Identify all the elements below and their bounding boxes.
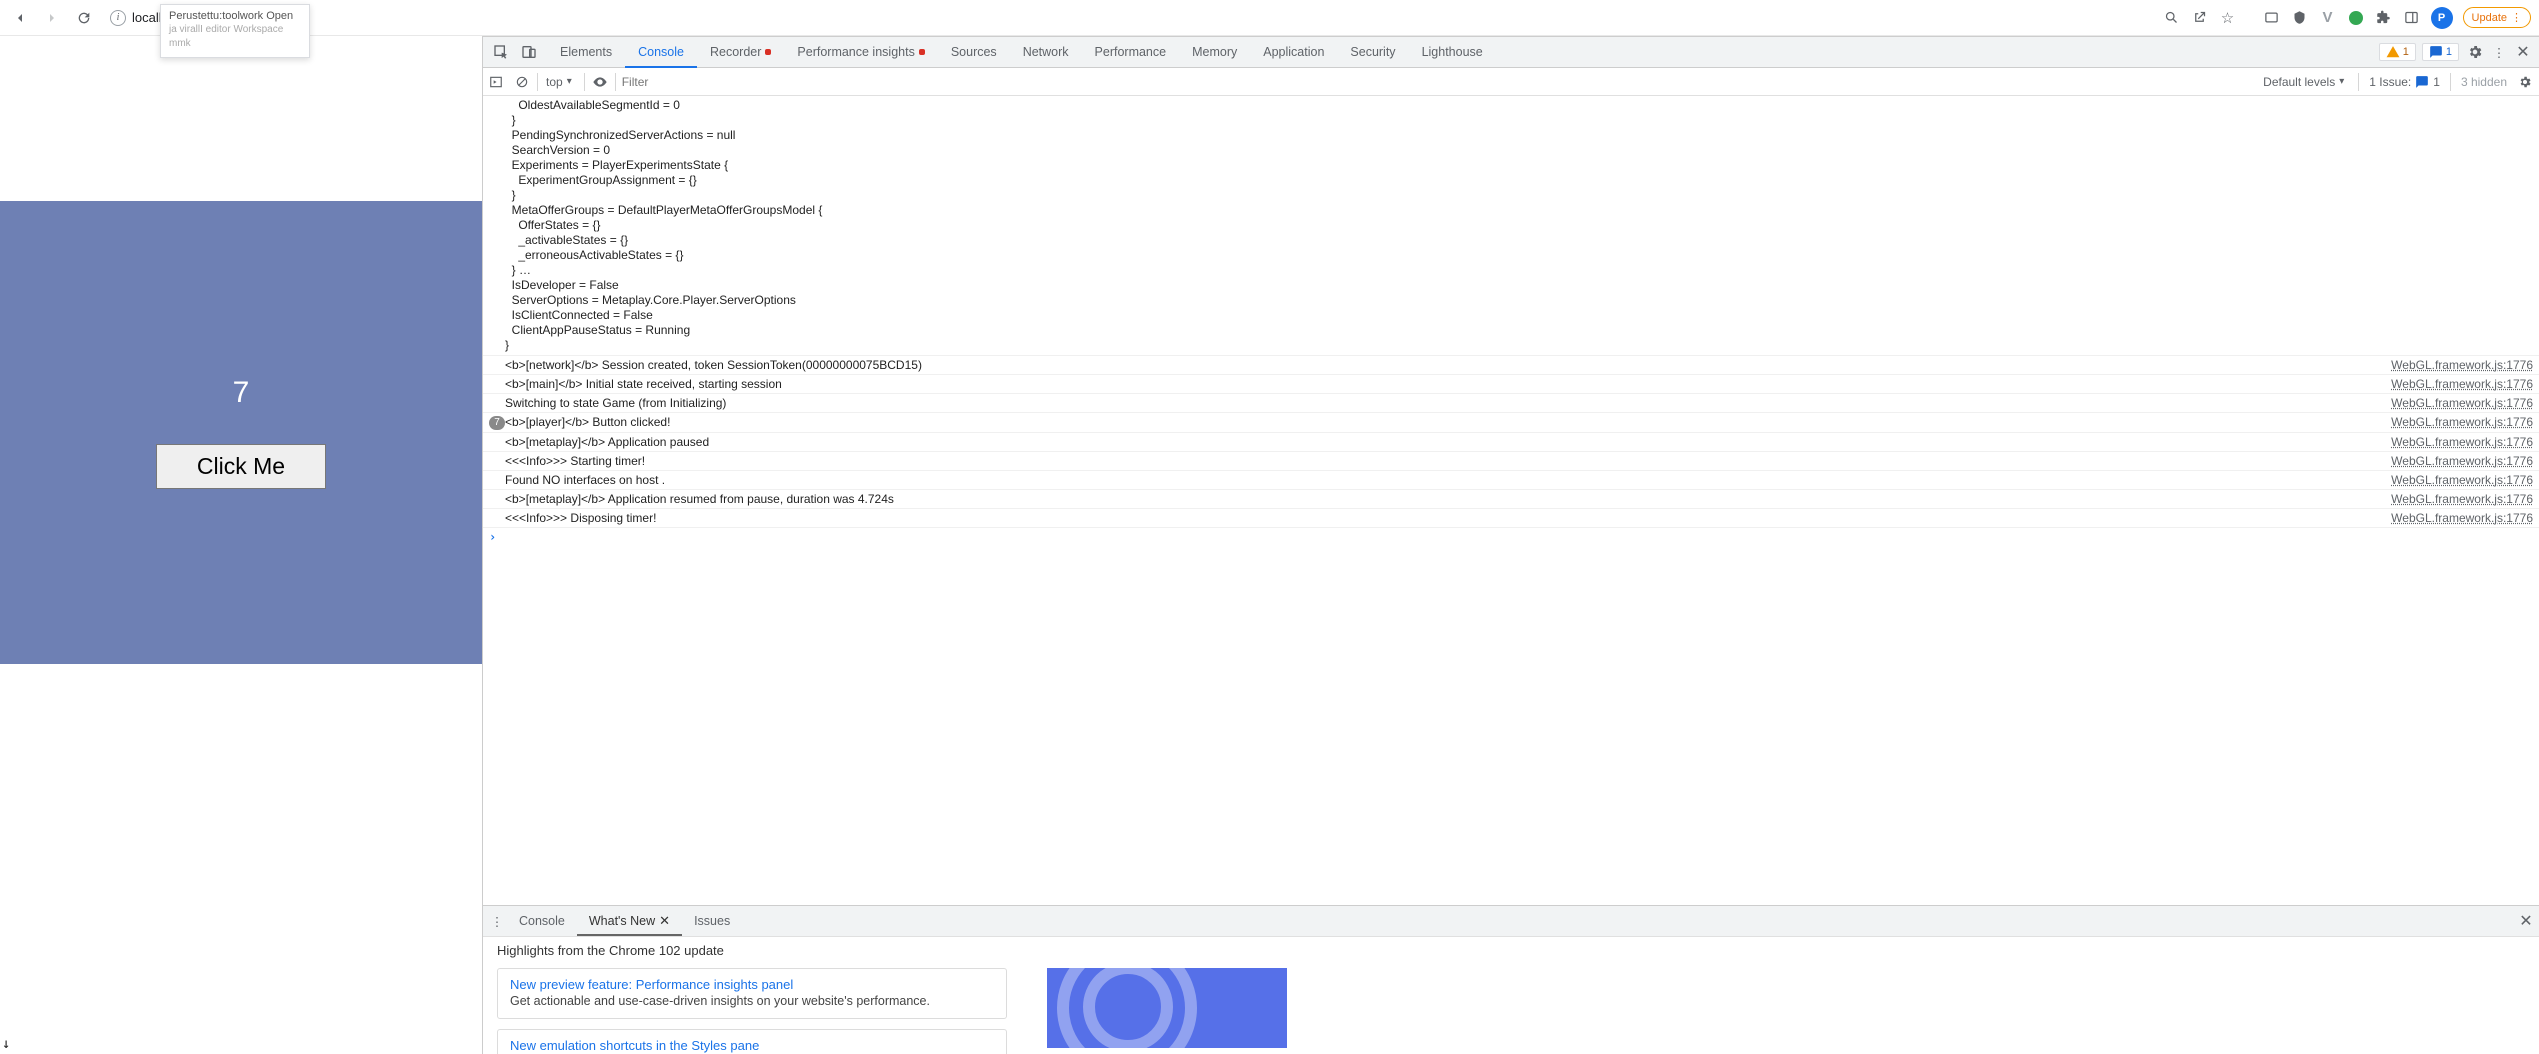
console-log-row[interactable]: <b>[metaplay]</b> Application resumed fr… (483, 490, 2539, 509)
log-source-link[interactable]: WebGL.framework.js:1776 (2383, 396, 2533, 410)
devtools-tab-sources[interactable]: Sources (938, 37, 1010, 67)
console-sidebar-toggle-icon[interactable] (483, 69, 509, 95)
drawer-more-icon[interactable]: ⋮ (487, 914, 507, 929)
console-output: OldestAvailableSegmentId = 0 } PendingSy… (483, 96, 2539, 905)
preview-badge-icon (765, 49, 771, 55)
log-source-link[interactable]: WebGL.framework.js:1776 (2383, 415, 2533, 429)
ext-icon-green[interactable] (2347, 9, 2365, 27)
devtools-tabstrip: ElementsConsoleRecorderPerformance insig… (483, 36, 2539, 68)
inspect-element-icon[interactable] (489, 40, 513, 64)
devtools-tab-network[interactable]: Network (1010, 37, 1082, 67)
update-button[interactable]: Update (2463, 7, 2531, 28)
whats-new-card-desc: Get actionable and use-case-driven insig… (510, 994, 994, 1008)
click-me-button[interactable]: Click Me (156, 444, 326, 489)
whats-new-heading: Highlights from the Chrome 102 update (483, 937, 2539, 964)
warning-count[interactable]: 1 (2379, 43, 2416, 61)
console-prompt[interactable] (483, 528, 2539, 546)
share-icon[interactable] (2191, 9, 2209, 27)
device-toolbar-icon[interactable] (517, 40, 541, 64)
extensions-puzzle-icon[interactable] (2375, 9, 2393, 27)
log-source-link[interactable]: WebGL.framework.js:1776 (2383, 454, 2533, 468)
log-message: Found NO interfaces on host . (505, 473, 2383, 487)
log-message: <b>[player]</b> Button clicked! (505, 415, 2383, 429)
bookmark-star-icon[interactable]: ☆ (2219, 9, 2237, 27)
issues-link[interactable]: 1 Issue: 1 (2369, 75, 2440, 89)
browser-toolbar: i localhost:53135 Perustettu:toolwork Op… (0, 0, 2539, 36)
drawer-tab-console[interactable]: Console (507, 906, 577, 936)
page-viewport: 7 Click Me ↓ (0, 36, 483, 1054)
drawer-tab-what-s-new[interactable]: What's New✕ (577, 906, 682, 936)
hidden-count[interactable]: 3 hidden (2461, 75, 2507, 89)
devtools-tab-console[interactable]: Console (625, 37, 697, 67)
console-log-row[interactable]: <b>[network]</b> Session created, token … (483, 356, 2539, 375)
whats-new-card-link[interactable]: New preview feature: Performance insight… (510, 977, 793, 992)
devtools-tab-application[interactable]: Application (1250, 37, 1337, 67)
devtools-tab-elements[interactable]: Elements (547, 37, 625, 67)
console-log-row[interactable]: <b>[metaplay]</b> Application pausedWebG… (483, 433, 2539, 452)
drawer-close-icon[interactable]: ✕ (2513, 911, 2539, 931)
devtools-tab-performance[interactable]: Performance (1082, 37, 1180, 67)
ext-icon-shield[interactable] (2291, 9, 2309, 27)
console-filterbar: top Default levels 1 Issue: 1 3 hidden (483, 68, 2539, 96)
ext-icon-1[interactable] (2263, 9, 2281, 27)
message-count[interactable]: 1 (2422, 43, 2459, 61)
whats-new-card[interactable]: New emulation shortcuts in the Styles pa… (497, 1029, 1007, 1054)
log-message: <b>[metaplay]</b> Application resumed fr… (505, 492, 2383, 506)
panel-toggle-icon[interactable] (2403, 9, 2421, 27)
console-log-row[interactable]: 7<b>[player]</b> Button clicked!WebGL.fr… (483, 413, 2539, 433)
console-log-row[interactable]: <<<Info>>> Starting timer!WebGL.framewor… (483, 452, 2539, 471)
whats-new-card-link[interactable]: New emulation shortcuts in the Styles pa… (510, 1038, 759, 1053)
console-filter-input[interactable] (618, 72, 2259, 92)
zoom-icon[interactable] (2163, 9, 2181, 27)
devtools-tab-security[interactable]: Security (1337, 37, 1408, 67)
devtools-settings-icon[interactable] (2465, 42, 2485, 62)
log-source-link[interactable]: WebGL.framework.js:1776 (2383, 511, 2533, 525)
devtools-close-icon[interactable]: ✕ (2513, 42, 2533, 62)
profile-avatar[interactable]: P (2431, 7, 2453, 29)
whats-new-card[interactable]: New preview feature: Performance insight… (497, 968, 1007, 1019)
footer-char: ↓ (2, 1036, 10, 1052)
console-log-row[interactable]: <<<Info>>> Disposing timer!WebGL.framewo… (483, 509, 2539, 528)
ext-icon-v[interactable]: V (2319, 9, 2337, 27)
preview-badge-icon (919, 49, 925, 55)
log-message: <b>[network]</b> Session created, token … (505, 358, 2383, 372)
console-object-dump[interactable]: OldestAvailableSegmentId = 0 } PendingSy… (483, 96, 2539, 356)
console-context-select[interactable]: top (540, 75, 582, 89)
log-source-link[interactable]: WebGL.framework.js:1776 (2383, 473, 2533, 487)
devtools-more-icon[interactable]: ⋮ (2491, 45, 2507, 60)
log-message: <<<Info>>> Disposing timer! (505, 511, 2383, 525)
log-source-link[interactable]: WebGL.framework.js:1776 (2383, 377, 2533, 391)
console-clear-icon[interactable] (509, 69, 535, 95)
live-expression-icon[interactable] (587, 74, 613, 90)
log-message: Switching to state Game (from Initializi… (505, 396, 2383, 410)
drawer-tab-issues[interactable]: Issues (682, 906, 742, 936)
devtools-panel: ElementsConsoleRecorderPerformance insig… (483, 36, 2539, 1054)
browser-right-icons: ☆ V P Update (2163, 7, 2531, 29)
log-repeat-badge: 7 (489, 416, 505, 430)
log-levels-select[interactable]: Default levels (2259, 75, 2348, 89)
console-log-row[interactable]: <b>[main]</b> Initial state received, st… (483, 375, 2539, 394)
log-source-link[interactable]: WebGL.framework.js:1776 (2383, 492, 2533, 506)
log-message: <b>[metaplay]</b> Application paused (505, 435, 2383, 449)
log-source-link[interactable]: WebGL.framework.js:1776 (2383, 358, 2533, 372)
nav-forward-button[interactable] (40, 6, 64, 30)
devtools-tab-memory[interactable]: Memory (1179, 37, 1250, 67)
counter-value: 7 (233, 376, 250, 410)
log-source-link[interactable]: WebGL.framework.js:1776 (2383, 435, 2533, 449)
devtools-tab-lighthouse[interactable]: Lighthouse (1409, 37, 1496, 67)
nav-back-button[interactable] (8, 6, 32, 30)
bookmark-tooltip: Perustettu:toolwork Open ja virallI edit… (160, 4, 310, 58)
console-log-row[interactable]: Found NO interfaces on host .WebGL.frame… (483, 471, 2539, 490)
devtools-drawer: ⋮ ConsoleWhat's New✕Issues ✕ Highlights … (483, 905, 2539, 1054)
log-message: <b>[main]</b> Initial state received, st… (505, 377, 2383, 391)
log-message: <<<Info>>> Starting timer! (505, 454, 2383, 468)
devtools-tab-recorder[interactable]: Recorder (697, 37, 784, 67)
console-settings-icon[interactable] (2515, 75, 2535, 89)
nav-reload-button[interactable] (72, 6, 96, 30)
site-info-icon[interactable]: i (110, 10, 126, 26)
drawer-tab-close-icon[interactable]: ✕ (659, 913, 670, 929)
whats-new-hero-image (1047, 968, 1287, 1048)
devtools-tab-performance-insights[interactable]: Performance insights (784, 37, 937, 67)
console-log-row[interactable]: Switching to state Game (from Initializi… (483, 394, 2539, 413)
